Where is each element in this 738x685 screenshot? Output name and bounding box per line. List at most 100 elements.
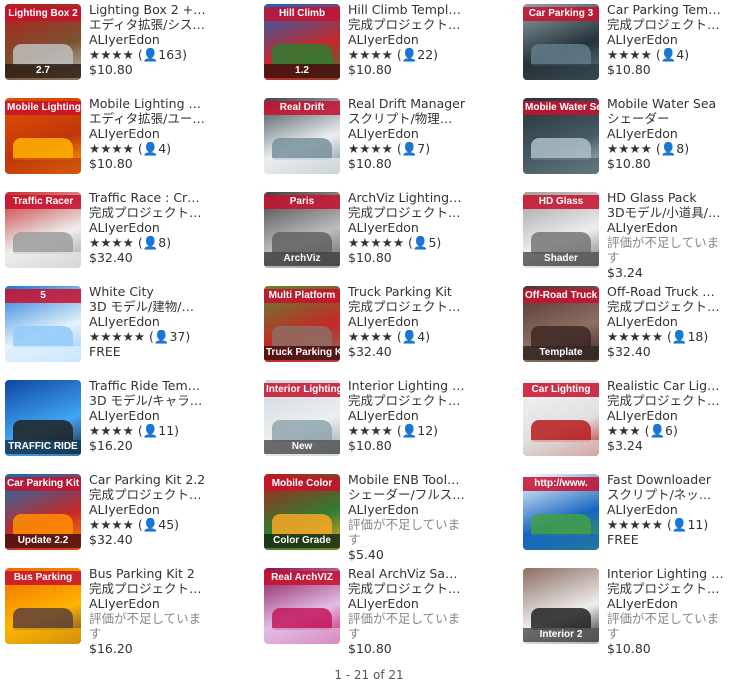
product-name-link[interactable]: Mobile Lighting … xyxy=(89,96,244,111)
product-name-link[interactable]: Off-Road Truck … xyxy=(607,284,738,299)
product-name-link[interactable]: Realistic Car Lig… xyxy=(607,378,738,393)
product-thumbnail[interactable]: HD Glass Shader xyxy=(523,192,599,268)
product-card[interactable]: http://www. Fast Downloader スクリプト/ネッ… ALIye… xyxy=(518,472,738,562)
product-thumbnail[interactable]: Traffic Racer xyxy=(5,192,81,268)
publisher-link[interactable]: ALIyerEdon xyxy=(89,32,244,47)
product-name-link[interactable]: Interior Lighting … xyxy=(348,378,503,393)
publisher-link[interactable]: ALIyerEdon xyxy=(89,220,244,235)
product-category[interactable]: 完成プロジェクト… xyxy=(348,17,503,32)
product-card[interactable]: Interior 2 Interior Lighting … 完成プロジェクト… AL… xyxy=(518,566,738,656)
product-category[interactable]: 完成プロジェクト… xyxy=(348,205,503,220)
product-name-link[interactable]: Traffic Race : Cr… xyxy=(89,190,244,205)
product-category[interactable]: スクリプト/ネッ… xyxy=(607,487,738,502)
publisher-link[interactable]: ALIyerEdon xyxy=(348,32,503,47)
product-name-link[interactable]: Hill Climb Templ… xyxy=(348,2,503,17)
product-card[interactable]: Mobile Color Color Grade Mobile ENB Tool… シ… xyxy=(259,472,509,562)
publisher-link[interactable]: ALIyerEdon xyxy=(607,408,738,423)
product-category[interactable]: 完成プロジェクト… xyxy=(348,393,503,408)
product-category[interactable]: 完成プロジェクト… xyxy=(607,393,738,408)
product-thumbnail[interactable]: Interior 2 xyxy=(523,568,599,644)
product-thumbnail[interactable]: Lighting Box 2 2.7 xyxy=(5,4,81,80)
product-thumbnail[interactable]: Mobile Color Color Grade xyxy=(264,474,340,550)
product-card[interactable]: Real ArchVIZ Real ArchViz Sa… 完成プロジェクト… ALI… xyxy=(259,566,509,656)
product-thumbnail[interactable]: Multi Platform Truck Parking Kit xyxy=(264,286,340,362)
product-thumbnail[interactable]: Mobile Lighting xyxy=(5,98,81,174)
publisher-link[interactable]: ALIyerEdon xyxy=(89,126,244,141)
product-thumbnail[interactable]: TRAFFIC RIDE xyxy=(5,380,81,456)
product-name-link[interactable]: Traffic Ride Tem… xyxy=(89,378,244,393)
product-category[interactable]: 完成プロジェクト… xyxy=(348,581,503,596)
product-category[interactable]: 3D モデル/建物/… xyxy=(89,299,244,314)
product-category[interactable]: 3D モデル/キャラ… xyxy=(89,393,244,408)
product-category[interactable]: 完成プロジェクト… xyxy=(89,581,244,596)
product-category[interactable]: シェーダー/フルス… xyxy=(348,487,503,502)
product-thumbnail[interactable]: Hill Climb 1.2 xyxy=(264,4,340,80)
product-thumbnail[interactable]: Real Drift xyxy=(264,98,340,174)
product-card[interactable]: HD Glass Shader HD Glass Pack 3Dモデル/小道具/… AL… xyxy=(518,190,738,280)
publisher-link[interactable]: ALIyerEdon xyxy=(89,408,244,423)
product-card[interactable]: Real Drift Real Drift Manager スクリプト/物理… ALI… xyxy=(259,96,509,186)
product-category[interactable]: 完成プロジェクト… xyxy=(348,299,503,314)
product-card[interactable]: Hill Climb 1.2 Hill Climb Templ… 完成プロジェクト… A… xyxy=(259,2,509,92)
publisher-link[interactable]: ALIyerEdon xyxy=(348,408,503,423)
publisher-link[interactable]: ALIyerEdon xyxy=(607,220,738,235)
product-name-link[interactable]: HD Glass Pack xyxy=(607,190,738,205)
publisher-link[interactable]: ALIyerEdon xyxy=(607,314,738,329)
publisher-link[interactable]: ALIyerEdon xyxy=(607,32,738,47)
product-thumbnail[interactable]: 5 xyxy=(5,286,81,362)
publisher-link[interactable]: ALIyerEdon xyxy=(348,220,503,235)
product-name-link[interactable]: Truck Parking Kit xyxy=(348,284,503,299)
product-name-link[interactable]: Fast Downloader xyxy=(607,472,738,487)
product-name-link[interactable]: Real Drift Manager xyxy=(348,96,503,111)
product-card[interactable]: Car Lighting Realistic Car Lig… 完成プロジェクト… A… xyxy=(518,378,738,468)
product-category[interactable]: 3Dモデル/小道具/… xyxy=(607,205,738,220)
product-name-link[interactable]: Mobile Water Sea xyxy=(607,96,738,111)
publisher-link[interactable]: ALIyerEdon xyxy=(607,596,738,611)
product-card[interactable]: 5 White City 3D モデル/建物/… ALIyerEdon ★★★★★ (👤… xyxy=(0,284,250,374)
product-thumbnail[interactable]: Off-Road Truck Template xyxy=(523,286,599,362)
publisher-link[interactable]: ALIyerEdon xyxy=(348,314,503,329)
product-card[interactable]: Bus Parking Bus Parking Kit 2 完成プロジェクト… ALI… xyxy=(0,566,250,656)
product-card[interactable]: Mobile Water SeaMobile Water SeaシェーダーALI… xyxy=(518,96,738,186)
publisher-link[interactable]: ALIyerEdon xyxy=(348,596,503,611)
publisher-link[interactable]: ALIyerEdon xyxy=(348,502,503,517)
product-category[interactable]: 完成プロジェクト… xyxy=(89,487,244,502)
product-category[interactable]: 完成プロジェクト… xyxy=(607,581,738,596)
product-card[interactable]: Off-Road Truck Template Off-Road Truck … 完成… xyxy=(518,284,738,374)
product-category[interactable]: エディタ拡張/シス… xyxy=(89,17,244,32)
publisher-link[interactable]: ALIyerEdon xyxy=(607,126,738,141)
product-name-link[interactable]: Car Parking Tem… xyxy=(607,2,738,17)
product-name-link[interactable]: White City xyxy=(89,284,244,299)
publisher-link[interactable]: ALIyerEdon xyxy=(348,126,503,141)
product-thumbnail[interactable]: Car Parking 3 xyxy=(523,4,599,80)
product-thumbnail[interactable]: Car Lighting xyxy=(523,380,599,456)
product-category[interactable]: 完成プロジェクト… xyxy=(89,205,244,220)
product-name-link[interactable]: Bus Parking Kit 2 xyxy=(89,566,244,581)
product-card[interactable]: Car Parking 3 Car Parking Tem… 完成プロジェクト… AL… xyxy=(518,2,738,92)
product-category[interactable]: 完成プロジェクト… xyxy=(607,299,738,314)
product-card[interactable]: Multi PlatformTruck Parking Kit Truck Par… xyxy=(259,284,509,374)
product-category[interactable]: エディタ拡張/ユー… xyxy=(89,111,244,126)
product-card[interactable]: Lighting Box 2 2.7 Lighting Box 2 +… エディタ拡張… xyxy=(0,2,250,92)
product-card[interactable]: Car Parking Kit Update 2.2 Car Parking Kit… xyxy=(0,472,250,562)
product-name-link[interactable]: Mobile ENB Tool… xyxy=(348,472,503,487)
product-thumbnail[interactable]: Car Parking Kit Update 2.2 xyxy=(5,474,81,550)
product-card[interactable]: Paris ArchViz ArchViz Lighting… 完成プロジェクト… AL… xyxy=(259,190,509,280)
publisher-link[interactable]: ALIyerEdon xyxy=(89,596,244,611)
product-thumbnail[interactable]: Real ArchVIZ xyxy=(264,568,340,644)
product-category[interactable]: 完成プロジェクト… xyxy=(607,17,738,32)
publisher-link[interactable]: ALIyerEdon xyxy=(89,502,244,517)
product-card[interactable]: TRAFFIC RIDE Traffic Ride Tem… 3D モデル/キャラ…… xyxy=(0,378,250,468)
product-thumbnail[interactable]: Paris ArchViz xyxy=(264,192,340,268)
product-thumbnail[interactable]: Mobile Water Sea xyxy=(523,98,599,174)
product-name-link[interactable]: Car Parking Kit 2.2 xyxy=(89,472,244,487)
product-name-link[interactable]: Interior Lighting … xyxy=(607,566,738,581)
product-thumbnail[interactable]: http://www. xyxy=(523,474,599,550)
product-name-link[interactable]: Real ArchViz Sa… xyxy=(348,566,503,581)
product-thumbnail[interactable]: Interior Lighting New xyxy=(264,380,340,456)
publisher-link[interactable]: ALIyerEdon xyxy=(607,502,738,517)
product-card[interactable]: Traffic Racer Traffic Race : Cr… 完成プロジェクト…… xyxy=(0,190,250,280)
product-thumbnail[interactable]: Bus Parking xyxy=(5,568,81,644)
product-category[interactable]: シェーダー xyxy=(607,111,738,126)
product-name-link[interactable]: ArchViz Lighting… xyxy=(348,190,503,205)
